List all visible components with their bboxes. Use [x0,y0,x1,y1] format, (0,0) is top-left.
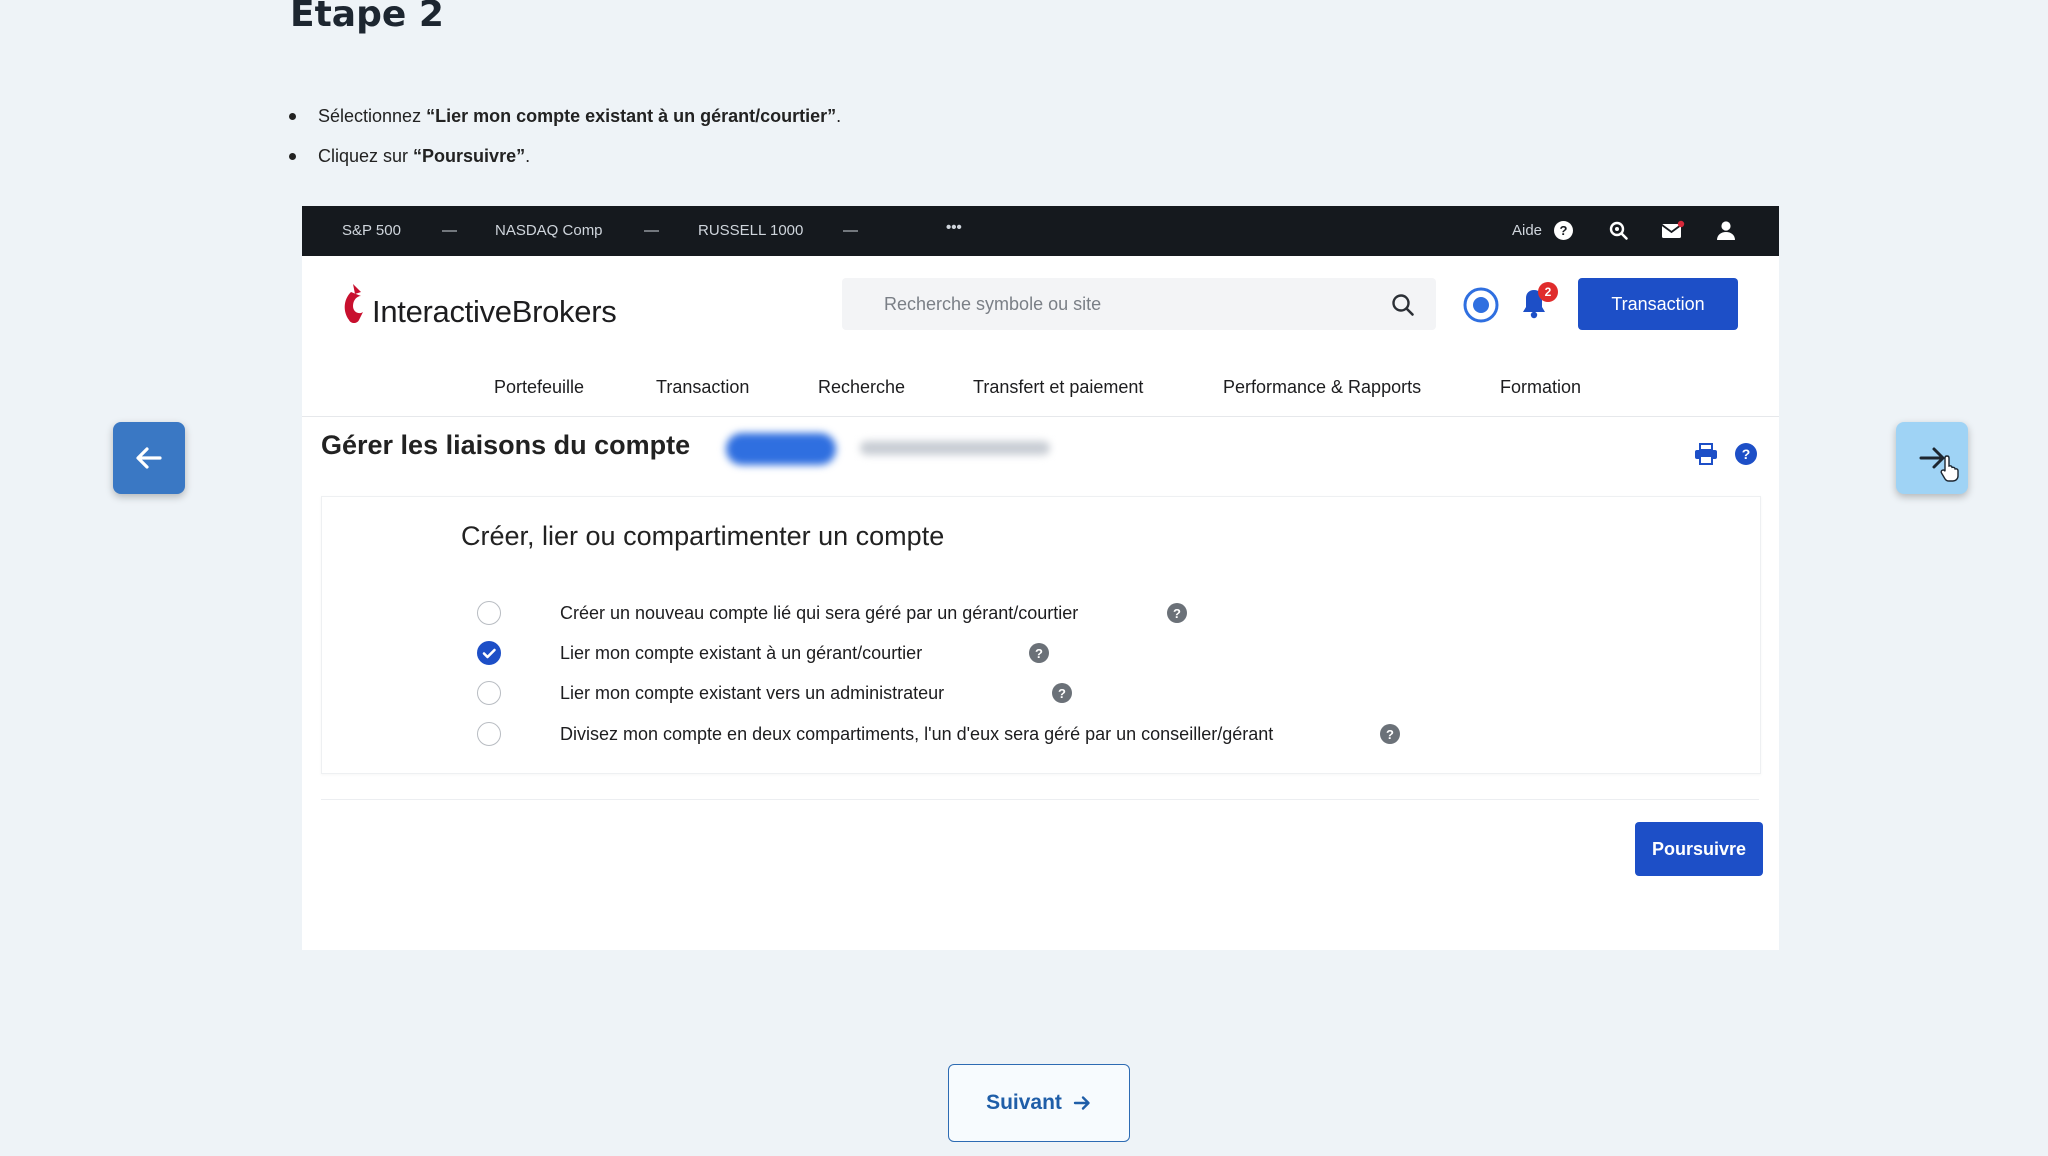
notification-count-badge: 2 [1538,282,1558,302]
ibot-assistant-icon[interactable] [1462,286,1500,324]
transaction-button[interactable]: Transaction [1578,278,1738,330]
ib-logo-icon [344,284,363,323]
print-icon[interactable] [1694,443,1718,465]
instruction-emphasis: “Lier mon compte existant à un gérant/co… [426,106,837,126]
symbol-search-box[interactable]: Recherche symbole ou site [842,278,1436,330]
nav-item-portefeuille[interactable]: Portefeuille [494,377,584,398]
step-title: Etape 2 [290,0,444,35]
logo-word-light: Interactive [372,294,512,329]
previous-arrow-button[interactable] [113,422,185,494]
ticker-name[interactable]: NASDAQ Comp [495,222,603,239]
option-label[interactable]: Créer un nouveau compte lié qui sera gér… [560,603,1078,624]
radio-button-checked[interactable] [477,641,501,665]
help-icon[interactable]: ? [1052,683,1072,703]
nav-item-performance[interactable]: Performance & Rapports [1223,377,1421,398]
card-title: Créer, lier ou compartimenter un compte [461,521,945,551]
instruction-item: Sélectionnez “Lier mon compte existant à… [288,100,842,140]
nav-item-recherche[interactable]: Recherche [818,377,905,398]
instruction-text: . [836,106,842,126]
divider [321,799,1759,800]
next-step-button[interactable]: Suivant [948,1064,1130,1142]
instruction-text: . [525,146,531,166]
nav-item-transaction[interactable]: Transaction [656,377,749,398]
account-options-card: Créer, lier ou compartimenter un compte … [321,496,1761,774]
hand-cursor-icon [1940,455,1959,482]
ticker-value: — [843,222,858,239]
nav-item-formation[interactable]: Formation [1500,377,1581,398]
user-account-icon[interactable] [1715,219,1737,241]
ticker-name[interactable]: RUSSELL 1000 [698,222,803,239]
broker-screenshot: S&P 500 — NASDAQ Comp — RUSSELL 1000 — •… [302,206,1779,950]
nav-item-transfert[interactable]: Transfert et paiement [973,377,1143,398]
arrow-left-icon [136,447,162,469]
instruction-emphasis: “Poursuivre” [413,146,526,166]
ticker-name[interactable]: S&P 500 [342,222,401,239]
help-icon[interactable]: ? [1380,724,1400,744]
page-title: Gérer les liaisons du compte [321,430,691,460]
arrow-right-icon [1073,1096,1090,1110]
search-icon[interactable] [1390,292,1416,318]
brand-logo[interactable]: InteractiveBrokers [372,294,617,330]
option-label[interactable]: Divisez mon compte en deux compartiments… [560,724,1273,745]
mail-icon[interactable] [1661,220,1685,242]
radio-button[interactable] [477,601,501,625]
ticker-value: — [442,222,457,239]
page-help-icon[interactable]: ? [1735,443,1757,465]
continue-button[interactable]: Poursuivre [1635,822,1763,876]
instruction-list: Sélectionnez “Lier mon compte existant à… [288,100,842,180]
next-button-label: Suivant [986,1091,1062,1114]
next-arrow-button[interactable] [1896,422,1968,494]
search-input[interactable]: Recherche symbole ou site [884,294,1101,315]
help-link[interactable]: Aide [1512,222,1542,239]
main-navigation: Portefeuille Transaction Recherche Trans… [302,356,1779,417]
checkmark-icon [482,648,496,659]
instruction-item: Cliquez sur “Poursuivre”. [288,140,841,180]
help-circle-icon[interactable]: ? [1554,221,1573,240]
help-icon[interactable]: ? [1167,603,1187,623]
more-tickers-button[interactable]: ••• [946,219,962,236]
market-ticker-bar: S&P 500 — NASDAQ Comp — RUSSELL 1000 — •… [302,206,1779,256]
brand-header: InteractiveBrokers Recherche symbole ou … [302,256,1779,356]
redacted-account-badge [726,433,836,465]
instruction-text: Cliquez sur [318,146,414,166]
page-header: Gérer les liaisons du compte ? [302,417,1779,487]
redacted-account-name [860,441,1050,455]
radio-button[interactable] [477,681,501,705]
option-label[interactable]: Lier mon compte existant à un gérant/cou… [560,643,922,664]
message-search-icon[interactable] [1608,220,1630,242]
logo-word-bold: Brokers [511,294,617,329]
help-icon[interactable]: ? [1029,643,1049,663]
instruction-text: Sélectionnez [318,106,427,126]
ticker-value: — [644,222,659,239]
radio-button[interactable] [477,722,501,746]
option-label[interactable]: Lier mon compte existant vers un adminis… [560,683,944,704]
